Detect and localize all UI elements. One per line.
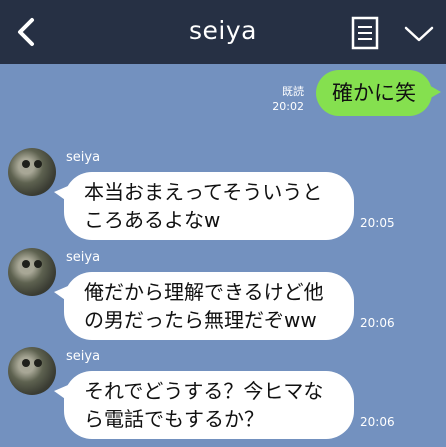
message-time: 20:06 — [360, 415, 395, 429]
outgoing-text: 確かに笑 — [332, 81, 416, 105]
read-status: 既読 20:02 — [264, 84, 304, 114]
chat-header: seiya — [0, 0, 446, 64]
collapse-button[interactable] — [400, 16, 438, 50]
sender-name: seiya — [66, 150, 101, 165]
chevron-down-icon — [404, 26, 434, 42]
read-label: 既読 — [282, 85, 304, 98]
incoming-bubble[interactable]: 俺だから理解できるけど他 の男だったら無理だぞww — [54, 272, 354, 340]
outgoing-time: 20:02 — [272, 100, 304, 113]
incoming-bubble[interactable]: 本当おまえってそういうと ころあるよなw — [54, 172, 354, 240]
message-time: 20:06 — [360, 316, 395, 330]
notes-button[interactable] — [348, 14, 382, 52]
notes-icon — [351, 16, 379, 50]
message-line: 俺だから理解できるけど他 — [84, 280, 324, 304]
message-line: それでどうする？今ヒマな — [84, 379, 324, 403]
incoming-bubble[interactable]: それでどうする？今ヒマな ら電話でもするか？ — [54, 371, 354, 439]
avatar[interactable] — [8, 148, 56, 196]
message-time: 20:05 — [360, 216, 395, 230]
outgoing-bubble[interactable]: 確かに笑 — [316, 70, 441, 116]
message-line: の男だったら無理だぞww — [84, 308, 317, 332]
incoming-message: seiya それでどうする？今ヒマな ら電話でもするか？ 20:06 — [0, 347, 446, 439]
avatar[interactable] — [8, 347, 56, 395]
sender-name: seiya — [66, 349, 101, 364]
avatar[interactable] — [8, 248, 56, 296]
incoming-message: seiya 俺だから理解できるけど他 の男だったら無理だぞww 20:06 — [0, 248, 446, 340]
incoming-message: seiya 本当おまえってそういうと ころあるよなw 20:05 — [0, 148, 446, 240]
message-line: 本当おまえってそういうと — [84, 180, 323, 204]
message-line: ら電話でもするか？ — [84, 407, 264, 431]
message-line: ころあるよなw — [84, 208, 221, 232]
sender-name: seiya — [66, 250, 101, 265]
